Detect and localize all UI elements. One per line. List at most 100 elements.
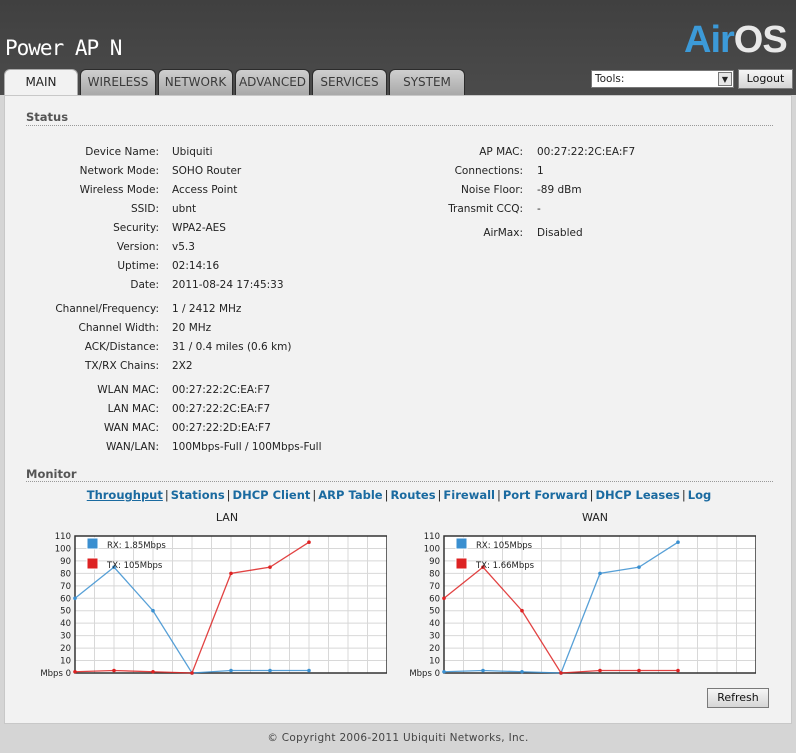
data-point — [190, 671, 194, 675]
field-label: Noise Floor: — [461, 184, 523, 196]
lan-chart-title: LAN — [215, 511, 239, 524]
data-point — [442, 669, 446, 674]
data-point — [676, 668, 680, 673]
data-point — [268, 668, 272, 673]
data-point — [307, 668, 311, 673]
y-tick-label: 70 — [60, 582, 71, 592]
monitor-link-port-forward[interactable]: Port Forward — [503, 488, 588, 502]
field-value: SOHO Router — [172, 165, 242, 177]
data-point — [307, 540, 311, 545]
data-point — [442, 596, 446, 601]
data-point — [520, 608, 524, 613]
y-tick-label: 100 — [55, 544, 71, 554]
tab-wireless[interactable]: WIRELESS — [80, 69, 156, 95]
y-tick-label: 80 — [429, 569, 440, 579]
data-point — [637, 565, 641, 569]
monitor-divider — [26, 481, 773, 482]
tab-system[interactable]: SYSTEM — [389, 69, 465, 95]
field-label: AP MAC: — [479, 146, 523, 158]
field-value: 2X2 — [172, 360, 193, 372]
field-value: 31 / 0.4 miles (0.6 km) — [172, 341, 292, 353]
product-name: Power AP N — [5, 36, 122, 60]
field-label: Channel/Frequency: — [55, 303, 159, 315]
tools-select[interactable]: Tools: ▼ — [591, 70, 734, 88]
data-point — [598, 668, 602, 673]
y-tick-label: 50 — [429, 607, 440, 617]
legend-swatch — [455, 537, 468, 550]
data-point — [73, 596, 77, 601]
y-tick-label: 30 — [60, 632, 71, 642]
monitor-title: Monitor — [26, 467, 77, 481]
monitor-link-firewall[interactable]: Firewall — [443, 488, 495, 502]
wan-throughput-chart: Mbps 0 10 20 30 40 50 60 70 80 90 100 110 RX: 105Mbp… — [409, 532, 756, 679]
field-value: 00:27:22:2C:EA:F7 — [172, 384, 271, 396]
field-value: 00:27:22:2D:EA:F7 — [172, 422, 271, 434]
y-tick-label: 10 — [429, 657, 440, 667]
monitor-link-dhcp-leases[interactable]: DHCP Leases — [595, 488, 679, 502]
field-label: SSID: — [130, 203, 159, 215]
field-label: Device Name: — [85, 146, 159, 158]
refresh-button[interactable]: Refresh — [707, 688, 769, 708]
logo-os: OS — [733, 19, 788, 61]
y-tick-label: 110 — [55, 532, 71, 542]
y-tick-label: 40 — [429, 619, 440, 629]
field-value: Disabled — [537, 227, 583, 239]
data-point — [520, 669, 524, 674]
wan-chart-title: WAN — [581, 511, 609, 524]
logo-air: Air — [684, 19, 735, 61]
field-value: 1 — [537, 165, 544, 177]
field-label: Version: — [116, 241, 159, 253]
footer-copyright: © Copyright 2006-2011 Ubiquiti Networks,… — [267, 732, 529, 744]
monitor-link-arp-table[interactable]: ARP Table — [318, 488, 382, 502]
data-point — [268, 565, 272, 569]
monitor-link-throughput[interactable]: Throughput — [87, 488, 163, 502]
tab-network[interactable]: NETWORK — [158, 69, 233, 95]
legend-label: TX: 1.66Mbps — [475, 561, 535, 571]
header-bar: Power AP N AirOS MAIN WIRELESS NETWORK A… — [0, 0, 796, 96]
status-divider — [26, 125, 773, 126]
field-value: WPA2-AES — [172, 222, 226, 234]
field-label: Transmit CCQ: — [448, 203, 523, 215]
y-tick-label: 50 — [60, 607, 71, 617]
data-point — [112, 668, 116, 673]
monitor-link-log[interactable]: Log — [688, 488, 711, 502]
logout-button[interactable]: Logout — [738, 69, 793, 89]
monitor-link-routes[interactable]: Routes — [390, 488, 435, 502]
y-tick-label: 60 — [60, 594, 71, 604]
tab-services[interactable]: SERVICES — [312, 69, 387, 95]
monitor-link-dhcp-client[interactable]: DHCP Client — [233, 488, 311, 502]
field-value: - — [537, 203, 541, 215]
data-point — [676, 540, 680, 545]
lan-throughput-chart: Mbps 0 10 20 30 40 50 60 70 80 90 100 110 RX: 1.85Mb… — [40, 532, 387, 679]
data-point — [598, 571, 602, 576]
field-value: 00:27:22:2C:EA:F7 — [537, 146, 636, 158]
data-point — [559, 671, 563, 675]
chevron-down-icon[interactable]: ▼ — [718, 72, 732, 86]
y-tick-label: 90 — [60, 557, 71, 567]
y-tick-label: 90 — [429, 557, 440, 567]
link-separator: | — [226, 488, 231, 502]
main-tabs: MAIN WIRELESS NETWORK ADVANCED SERVICES … — [4, 69, 465, 96]
field-value: 20 MHz — [172, 322, 212, 334]
field-label: Network Mode: — [79, 165, 159, 177]
field-value: 1 / 2412 MHz — [172, 303, 242, 315]
data-point — [151, 669, 155, 674]
field-label: AirMax: — [483, 227, 523, 239]
legend-label: TX: 105Mbps — [106, 561, 163, 571]
legend-swatch — [455, 557, 468, 570]
monitor-link-stations[interactable]: Stations — [171, 488, 225, 502]
y-tick-label: 110 — [424, 532, 440, 542]
tools-select-value: Tools: — [595, 73, 625, 85]
tab-advanced[interactable]: ADVANCED — [235, 69, 310, 95]
tab-main[interactable]: MAIN — [4, 69, 78, 96]
y-tick-label: 70 — [429, 582, 440, 592]
legend-label: RX: 1.85Mbps — [107, 541, 166, 551]
field-label: WAN MAC: — [103, 422, 159, 434]
field-value: Ubiquiti — [172, 146, 213, 158]
data-point — [481, 668, 485, 673]
field-value: ubnt — [172, 203, 197, 215]
field-label: LAN MAC: — [107, 403, 159, 415]
field-value: -89 dBm — [537, 184, 582, 196]
field-label: Security: — [113, 222, 159, 234]
field-value: Access Point — [172, 184, 238, 196]
